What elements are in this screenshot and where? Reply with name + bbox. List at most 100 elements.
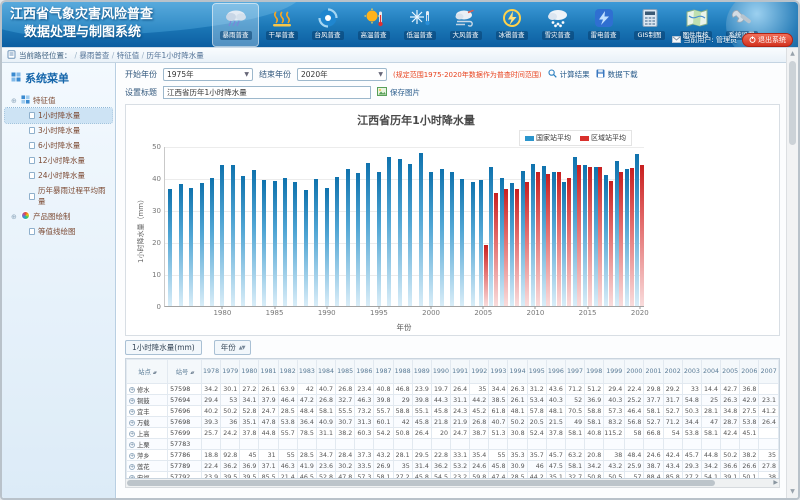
tree-node-特征值[interactable]: ⊕特征值 bbox=[5, 93, 112, 108]
col-header-year-1980[interactable]: 1980 bbox=[240, 360, 259, 384]
tree-leaf-3小时降水量[interactable]: 3小时降水量 bbox=[5, 123, 112, 138]
value-cell: 41.9 bbox=[297, 461, 316, 472]
col-header-year-1978[interactable]: 1978 bbox=[201, 360, 220, 384]
col-header-year-1985[interactable]: 1985 bbox=[336, 360, 355, 384]
value-cell: 24.7 bbox=[451, 428, 470, 439]
col-header-station-id[interactable]: 站号 ▴▾ bbox=[168, 360, 202, 384]
col-header-year-1991[interactable]: 1991 bbox=[451, 360, 470, 384]
col-header-year-1983[interactable]: 1983 bbox=[297, 360, 316, 384]
y-tick-label: 20 bbox=[152, 239, 161, 247]
tree-expand-icon[interactable]: ⊕ bbox=[11, 97, 18, 105]
col-header-year-1995[interactable]: 1995 bbox=[527, 360, 546, 384]
expand-row-icon[interactable]: + bbox=[129, 387, 135, 393]
toolbar-item-heat[interactable]: 高温普查 bbox=[351, 4, 396, 46]
legend-item-区域站平均[interactable]: 区域站平均 bbox=[580, 133, 626, 143]
col-header-year-1981[interactable]: 1981 bbox=[259, 360, 278, 384]
toolbar-item-hail[interactable]: 冰雹普查 bbox=[489, 4, 534, 46]
toolbar-item-wind[interactable]: 大风普查 bbox=[443, 4, 488, 46]
expand-row-icon[interactable]: + bbox=[129, 442, 135, 448]
toolbar-item-cold[interactable]: 低温普查 bbox=[397, 4, 442, 46]
end-year-select[interactable]: 2020年▼ bbox=[297, 68, 387, 81]
expand-row-icon[interactable]: + bbox=[129, 464, 135, 470]
value-cell bbox=[374, 439, 393, 450]
col-header-year-2000[interactable]: 2000 bbox=[625, 360, 644, 384]
metric-selector[interactable]: 1小时降水量(mm) bbox=[125, 340, 202, 355]
chart-title: 江西省历年1小时降水量 bbox=[156, 112, 676, 128]
value-cell: 28.4 bbox=[336, 450, 355, 461]
start-year-select[interactable]: 1975年▼ bbox=[163, 68, 253, 81]
value-cell: 58.1 bbox=[316, 406, 335, 417]
toolbar-item-rainstorm[interactable]: 暴雨普查 bbox=[213, 4, 258, 46]
col-header-year-1998[interactable]: 1998 bbox=[585, 360, 604, 384]
tree-leaf-24小时降水量[interactable]: 24小时降水量 bbox=[5, 168, 112, 183]
col-header-year-1999[interactable]: 1999 bbox=[604, 360, 625, 384]
col-header-year-1989[interactable]: 1989 bbox=[412, 360, 431, 384]
toolbar-item-lightning[interactable]: 雷电普查 bbox=[581, 4, 626, 46]
col-header-year-1997[interactable]: 1997 bbox=[565, 360, 584, 384]
tree-leaf-等值线绘图[interactable]: 等值线绘图 bbox=[5, 224, 112, 239]
breadcrumb-segment[interactable]: 特征值 bbox=[117, 51, 140, 60]
col-header-year-2001[interactable]: 2001 bbox=[644, 360, 663, 384]
table-controls: 1小时降水量(mm) 年份▲▼ bbox=[125, 340, 780, 355]
tree-node-产品图绘制[interactable]: ⊕产品图绘制 bbox=[5, 209, 112, 224]
col-header-year-1994[interactable]: 1994 bbox=[508, 360, 527, 384]
logout-button[interactable]: 退出系统 bbox=[742, 33, 793, 47]
col-header-year-2007[interactable]: 2007 bbox=[759, 360, 779, 384]
sort-by-year-control[interactable]: 年份▲▼ bbox=[214, 340, 252, 355]
expand-row-icon[interactable]: + bbox=[129, 409, 135, 415]
vertical-scrollbar[interactable]: ▲ ▼ bbox=[786, 48, 798, 498]
col-header-year-1988[interactable]: 1988 bbox=[393, 360, 412, 384]
legend-item-国家站平均[interactable]: 国家站平均 bbox=[525, 133, 571, 143]
expand-row-icon[interactable]: + bbox=[129, 453, 135, 459]
scroll-up-arrow-icon[interactable]: ▲ bbox=[787, 49, 798, 59]
col-header-year-1984[interactable]: 1984 bbox=[316, 360, 335, 384]
value-cell: 58.8 bbox=[393, 406, 412, 417]
save-image-button[interactable]: 保存图片 bbox=[377, 87, 420, 98]
tree-leaf-1小时降水量[interactable]: 1小时降水量 bbox=[5, 108, 112, 123]
col-header-year-1982[interactable]: 1982 bbox=[278, 360, 297, 384]
col-header-year-2004[interactable]: 2004 bbox=[701, 360, 720, 384]
expand-row-icon[interactable]: + bbox=[129, 420, 135, 426]
col-header-year-1996[interactable]: 1996 bbox=[546, 360, 565, 384]
station-name-cell: +安福 bbox=[127, 472, 168, 480]
col-header-year-2003[interactable]: 2003 bbox=[682, 360, 701, 384]
col-header-year-2005[interactable]: 2005 bbox=[721, 360, 740, 384]
tree-expand-icon[interactable]: ⊕ bbox=[11, 213, 18, 221]
col-header-year-1979[interactable]: 1979 bbox=[221, 360, 240, 384]
value-cell: 33.5 bbox=[355, 461, 374, 472]
toolbar-item-calculator[interactable]: GIS制图 bbox=[627, 4, 672, 46]
toolbar-item-snow[interactable]: 雪灾普查 bbox=[535, 4, 580, 46]
value-cell: 83.2 bbox=[604, 417, 625, 428]
value-cell: 46.8 bbox=[393, 384, 412, 395]
palette-icon bbox=[21, 211, 30, 222]
scroll-down-arrow-icon[interactable]: ▼ bbox=[787, 487, 798, 497]
value-cell: 47.4 bbox=[489, 472, 508, 480]
col-header-year-1992[interactable]: 1992 bbox=[470, 360, 489, 384]
col-header-year-1990[interactable]: 1990 bbox=[431, 360, 450, 384]
expand-row-icon[interactable]: + bbox=[129, 431, 135, 437]
tree-leaf-12小时降水量[interactable]: 12小时降水量 bbox=[5, 153, 112, 168]
tree-leaf-历年暴雨过程平均雨量[interactable]: 历年暴雨过程平均雨量 bbox=[5, 183, 112, 209]
download-data-button[interactable]: 数据下载 bbox=[596, 69, 638, 80]
col-header-year-2006[interactable]: 2006 bbox=[740, 360, 759, 384]
expand-row-icon[interactable]: + bbox=[129, 398, 135, 404]
tree-leaf-6小时降水量[interactable]: 6小时降水量 bbox=[5, 138, 112, 153]
toolbar-item-drought[interactable]: 干旱普查 bbox=[259, 4, 304, 46]
scroll-right-arrow-icon[interactable]: ▶ bbox=[773, 479, 778, 487]
col-header-year-2002[interactable]: 2002 bbox=[663, 360, 682, 384]
chart-title-input[interactable]: 江西省历年1小时降水量 bbox=[163, 86, 371, 99]
value-cell: 53.4 bbox=[527, 395, 546, 406]
col-header-year-1987[interactable]: 1987 bbox=[374, 360, 393, 384]
col-header-year-1993[interactable]: 1993 bbox=[489, 360, 508, 384]
value-cell: 70.5 bbox=[565, 406, 584, 417]
breadcrumb-segment[interactable]: 历年1小时降水量 bbox=[147, 51, 204, 60]
col-header-year-1986[interactable]: 1986 bbox=[355, 360, 374, 384]
horizontal-scrollbar-thumb[interactable] bbox=[127, 480, 715, 486]
value-cell: 29.3 bbox=[682, 461, 701, 472]
breadcrumb-segment[interactable]: 暴雨普查 bbox=[79, 51, 109, 60]
col-header-station[interactable]: 站点 ▴▾ bbox=[127, 360, 168, 384]
calc-result-button[interactable]: 计算结果 bbox=[548, 69, 590, 80]
horizontal-scrollbar[interactable]: ▶ bbox=[125, 479, 780, 488]
vertical-scrollbar-thumb[interactable] bbox=[789, 61, 796, 145]
toolbar-item-typhoon[interactable]: 台风普查 bbox=[305, 4, 350, 46]
